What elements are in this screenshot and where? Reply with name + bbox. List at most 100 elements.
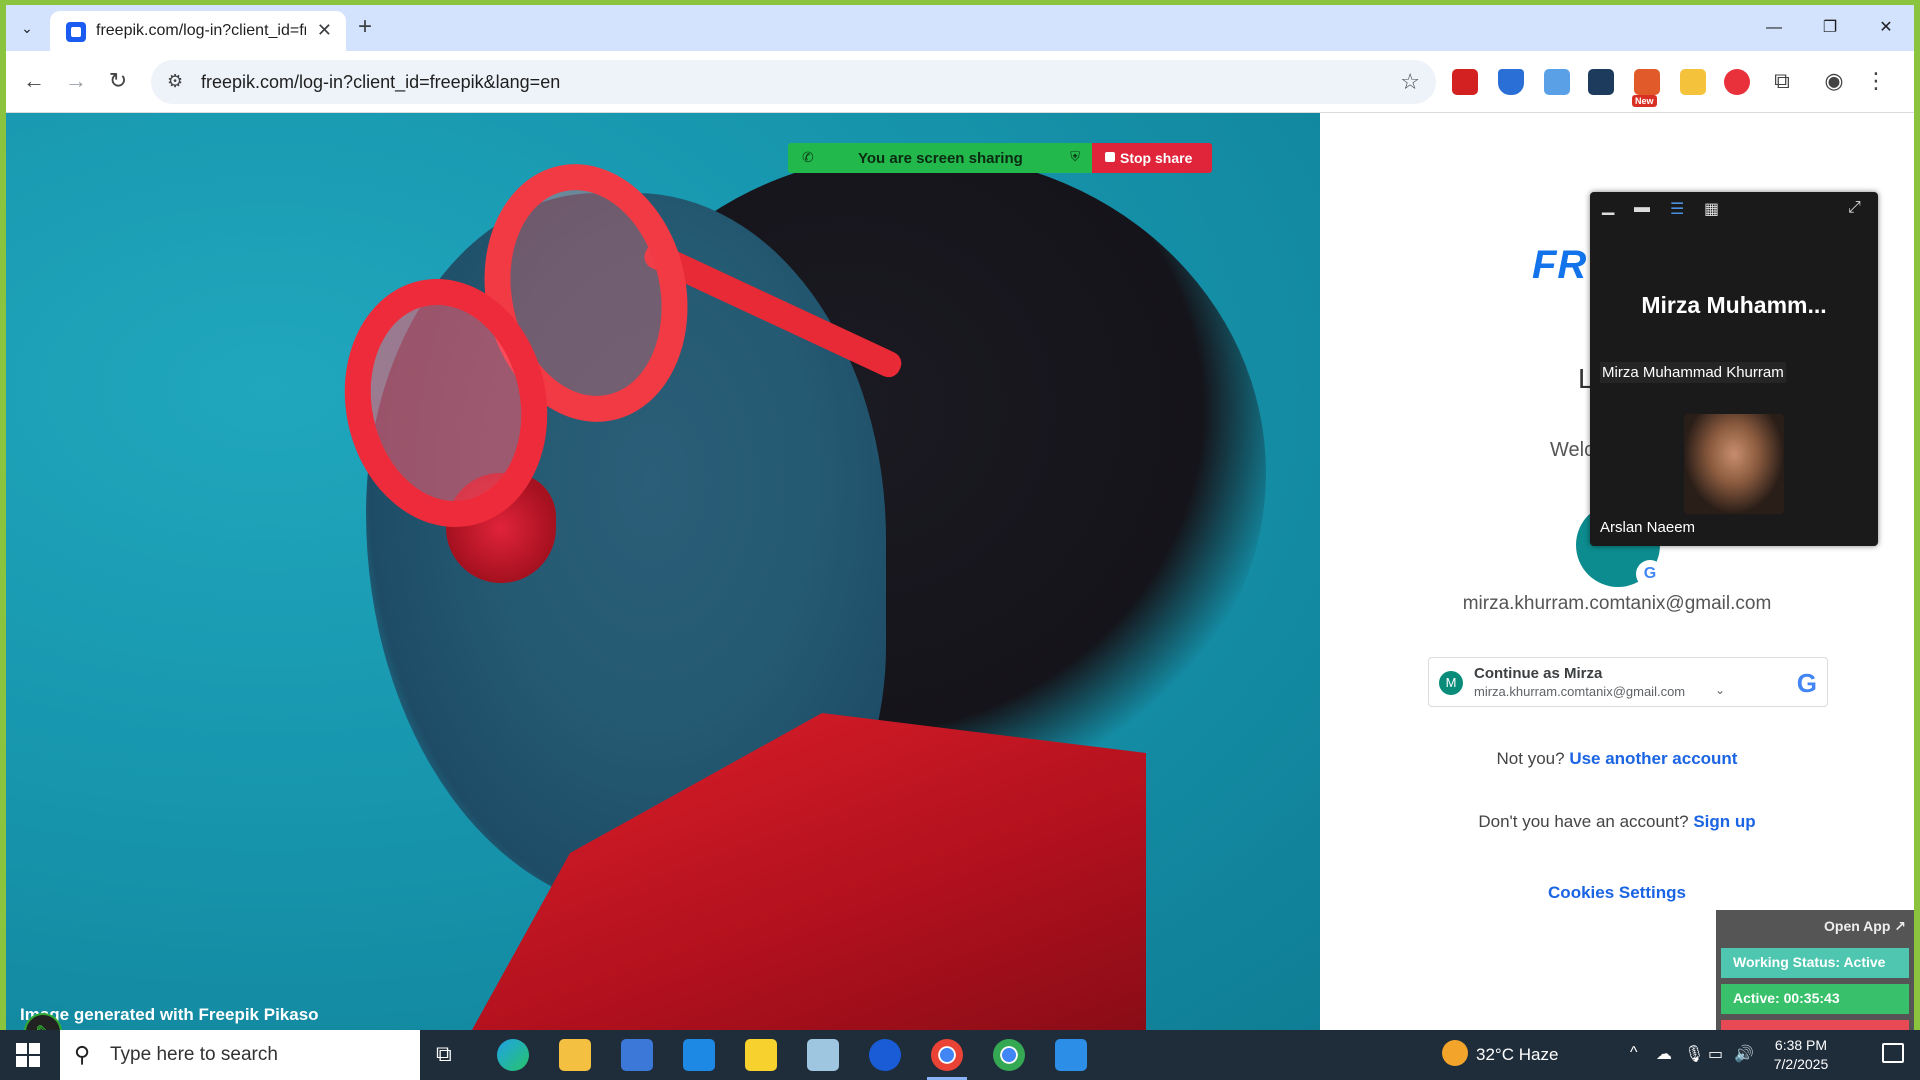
site-info-icon[interactable]: ⚙ (167, 71, 183, 92)
stop-share-button[interactable]: Stop share (1092, 143, 1212, 173)
document-extension-icon[interactable] (1544, 69, 1570, 95)
restore-button[interactable]: ❐ (1802, 5, 1858, 51)
weather-text[interactable]: 32°C Haze (1476, 1045, 1558, 1065)
phone-icon: ✆ (802, 149, 814, 165)
pokeball-extension-icon[interactable] (1724, 69, 1750, 95)
participant-video[interactable] (1684, 414, 1784, 514)
calendar-app-icon[interactable] (869, 1039, 901, 1071)
weather-sun-icon[interactable] (1442, 1040, 1468, 1066)
screen-share-bar: ✆ You are screen sharing ⛨ Stop share (788, 143, 1212, 173)
gallery-grid-icon[interactable]: ▦ (1704, 199, 1719, 219)
briefcase-extension-icon[interactable] (1588, 69, 1614, 95)
windows-taskbar: ⚲ Type here to search ⧉ 32°C Haze ^ ☁ 🎙 … (0, 1030, 1920, 1080)
no-account-text: Don't you have an account? (1478, 812, 1689, 831)
tab-title: freepik.com/log-in?client_id=fre (96, 22, 306, 39)
hero-caption: Image generated with Freepik Pikaso (20, 1005, 319, 1024)
not-you-row: Not you? Use another account (1320, 749, 1914, 769)
back-arrow-icon[interactable]: ← (18, 65, 50, 97)
participant-name-2: Arslan Naeem (1600, 519, 1696, 536)
reload-icon[interactable]: ↻ (102, 65, 134, 97)
new-extension-icon[interactable]: New (1632, 69, 1660, 107)
forward-arrow-icon[interactable]: → (60, 65, 92, 97)
chrome-icon[interactable] (927, 1039, 967, 1080)
chrome-profile-icon[interactable] (993, 1039, 1025, 1071)
screen-share-text: You are screen sharing (858, 150, 1023, 167)
store-icon[interactable] (621, 1039, 653, 1071)
google-badge-icon: G (1636, 560, 1664, 588)
bookmark-star-icon[interactable]: ☆ (1400, 69, 1420, 95)
minimize-button[interactable]: — (1746, 5, 1802, 51)
mail-icon[interactable] (683, 1039, 715, 1071)
tab-search-chevron-icon[interactable]: ⌄ (14, 15, 40, 41)
use-another-account-link[interactable]: Use another account (1569, 749, 1737, 768)
taskbar-search[interactable]: ⚲ Type here to search (60, 1030, 420, 1080)
microphone-icon[interactable]: 🎙 (1684, 1044, 1704, 1064)
pdf-extension-icon[interactable] (1452, 69, 1478, 95)
sign-up-link[interactable]: Sign up (1693, 812, 1755, 831)
open-app-button[interactable]: Open App ↗ (1824, 918, 1906, 935)
stop-icon (1105, 152, 1115, 162)
cookies-settings-link[interactable]: Cookies Settings (1320, 883, 1914, 903)
clock-time: 6:38 PM (1774, 1037, 1828, 1053)
yellow-extension-icon[interactable] (1680, 69, 1706, 95)
profile-icon[interactable]: ◉ (1818, 65, 1850, 97)
onedrive-cloud-icon[interactable]: ☁ (1656, 1044, 1672, 1064)
extensions-puzzle-icon[interactable]: ⧉ (1766, 65, 1798, 97)
participant-name-1: Mirza Muhammad Khurram (1600, 362, 1786, 383)
google-account-avatar: M (1439, 671, 1463, 695)
clock-date: 7/2/2025 (1773, 1056, 1829, 1072)
meeting-toolbar: ▁ ▬ ☰ ▦ ⤢ (1590, 192, 1878, 226)
account-email: mirza.khurram.comtanix@gmail.com (1462, 593, 1772, 614)
working-status: Working Status: Active (1721, 948, 1909, 978)
app-icon[interactable] (807, 1039, 839, 1071)
sticky-notes-icon[interactable] (745, 1039, 777, 1071)
freepik-logo: FR (1532, 243, 1588, 287)
minimize-icon[interactable]: ▁ (1602, 196, 1614, 216)
window-controls: — ❐ ✕ (1746, 5, 1914, 51)
hero-image: Image generated with Freepik Pikaso (6, 113, 1320, 1030)
google-account-name: Continue as Mirza (1474, 665, 1603, 682)
new-tab-button[interactable]: + (358, 13, 372, 41)
active-timer: Active: 00:35:43 (1721, 984, 1909, 1014)
google-logo-icon: G (1796, 668, 1817, 698)
edge-icon[interactable] (497, 1039, 529, 1071)
tab-strip: ⌄ freepik.com/log-in?client_id=fre ✕ + —… (6, 5, 1914, 51)
volume-icon[interactable]: 🔊 (1734, 1044, 1754, 1064)
address-bar[interactable]: ⚙ freepik.com/log-in?client_id=freepik&l… (151, 60, 1436, 104)
photos-app-icon[interactable] (1055, 1039, 1087, 1071)
shield-check-icon: ⛨ (1070, 149, 1080, 164)
tab-freepik-login[interactable]: freepik.com/log-in?client_id=fre ✕ (50, 11, 346, 51)
screen-share-status: ✆ You are screen sharing ⛨ (788, 143, 1092, 173)
shield-extension-icon[interactable] (1498, 69, 1524, 95)
freepik-favicon-icon (66, 22, 86, 42)
search-placeholder[interactable]: Type here to search (110, 1044, 278, 1066)
close-window-button[interactable]: ✕ (1858, 5, 1914, 51)
stop-share-label: Stop share (1120, 150, 1193, 166)
google-account-email: mirza.khurram.comtanix@gmail.com (1474, 684, 1686, 699)
chevron-down-icon[interactable]: ⌄ (1715, 683, 1725, 697)
meeting-panel: ▁ ▬ ☰ ▦ ⤢ Mirza Muhamm... Mirza Muhammad… (1590, 192, 1878, 546)
speaker-view-icon[interactable]: ▬ (1634, 199, 1650, 217)
file-explorer-icon[interactable] (559, 1039, 591, 1071)
browser-toolbar: ← → ↻ ⚙ freepik.com/log-in?client_id=fre… (6, 51, 1914, 113)
task-view-icon[interactable]: ⧉ (436, 1041, 452, 1067)
continue-with-google-button[interactable]: M Continue as Mirza mirza.khurram.comtan… (1428, 657, 1828, 707)
clock[interactable]: 6:38 PM 7/2/2025 (1766, 1036, 1836, 1074)
tracker-stop-bar[interactable] (1721, 1020, 1909, 1030)
expand-icon[interactable]: ⤢ (1848, 199, 1861, 217)
welcome-text: Welc (1550, 439, 1595, 461)
windows-start-icon[interactable] (16, 1043, 40, 1067)
signup-row: Don't you have an account? Sign up (1320, 812, 1914, 832)
more-menu-icon[interactable]: ⋮ (1860, 65, 1892, 97)
new-badge: New (1632, 95, 1657, 107)
url-text[interactable]: freepik.com/log-in?client_id=freepik&lan… (201, 72, 560, 93)
not-you-text: Not you? (1496, 749, 1565, 768)
search-icon: ⚲ (74, 1042, 91, 1067)
strip-view-icon[interactable]: ☰ (1670, 199, 1684, 219)
tab-close-icon[interactable]: ✕ (317, 20, 332, 41)
time-tracker-widget: Open App ↗ Working Status: Active Active… (1716, 910, 1914, 1030)
network-icon[interactable]: ▭ (1708, 1044, 1723, 1064)
notification-center-icon[interactable] (1882, 1043, 1904, 1063)
chevron-up-icon[interactable]: ^ (1630, 1044, 1638, 1062)
active-speaker-name: Mirza Muhamm... (1641, 292, 1827, 318)
